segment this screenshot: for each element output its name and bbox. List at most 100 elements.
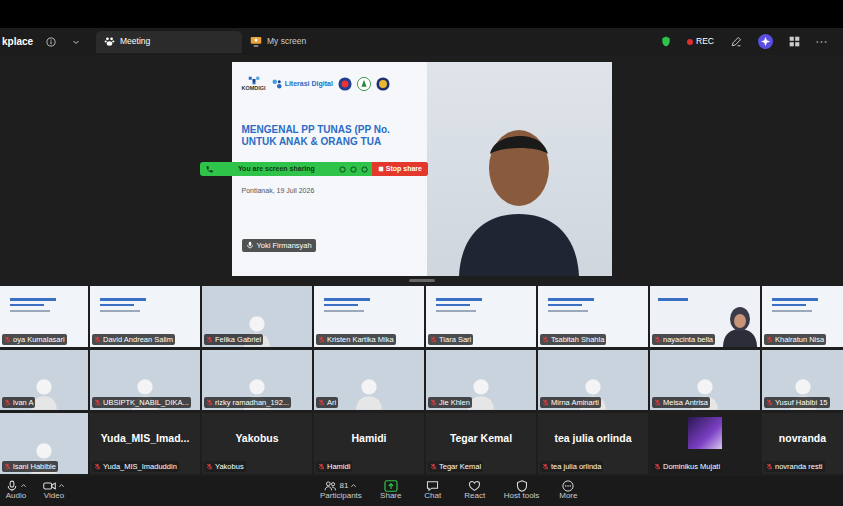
participant-label: rizky ramadhan_192... [204, 397, 291, 408]
participant-tile[interactable]: Kristen Kartika Mika [314, 286, 424, 347]
participant-label: Hamidi [316, 461, 352, 472]
participant-tile[interactable]: Tegar KemalTegar Kemal [426, 413, 536, 474]
audio-share-icon[interactable] [339, 166, 346, 173]
gallery-row: oya Kumalasari David Andrean Salim Felika … [0, 286, 843, 347]
more-icon [562, 480, 574, 492]
pause-share-icon[interactable] [350, 166, 357, 173]
participant-name: Felika Gabriel [215, 335, 261, 344]
toolbar-button-top: 81 [324, 479, 357, 492]
chevron-up-icon[interactable] [20, 482, 27, 489]
toolbar-label: Audio [6, 492, 26, 501]
participant-label: Dominikus Mujati [652, 461, 722, 472]
chevron-down-icon[interactable] [72, 38, 80, 46]
screen-icon [250, 36, 262, 47]
title-strip [0, 0, 843, 28]
toolbar-center: 81Participants Share Chat React Host tools Mo… [320, 479, 581, 501]
participant-name: Dominikus Mujati [663, 462, 720, 471]
chevron-up-icon[interactable] [58, 482, 65, 489]
participant-name: Hamidi [327, 462, 350, 471]
toolbar-button[interactable]: More [555, 479, 581, 501]
participant-name: tea julia orlinda [551, 462, 601, 471]
participant-tile[interactable]: HamidiHamidi [314, 413, 424, 474]
participant-tile[interactable]: lvan A [0, 350, 88, 411]
participant-tile[interactable]: Yuda_MIS_Imad...Yuda_MIS_Imaduddin [90, 413, 200, 474]
shield-icon [516, 480, 528, 492]
security-shield-icon[interactable] [661, 36, 671, 47]
mic-icon [6, 480, 18, 492]
participant-name: David Andrean Salim [103, 335, 173, 344]
toolbar-button-top [43, 479, 65, 492]
participant-tile[interactable]: Felika Gabriel [202, 286, 312, 347]
share-screen-icon [384, 480, 398, 492]
meeting-info [46, 37, 80, 47]
tab[interactable]: Meeting [96, 31, 242, 53]
toolbar-button[interactable]: 81Participants [320, 479, 362, 501]
participant-tile[interactable]: Tiara Sari [426, 286, 536, 347]
toolbar-label: Participants [320, 492, 362, 501]
participant-tile[interactable]: Meisa Antrisa [650, 350, 760, 411]
participant-display-name: Yakobus [235, 431, 278, 447]
participant-name: Kristen Kartika Mika [327, 335, 394, 344]
toolbar-button[interactable]: Host tools [504, 479, 540, 501]
toolbar-button-top [384, 479, 398, 492]
recording-indicator[interactable]: REC [687, 35, 714, 48]
participant-tile[interactable]: Ari [314, 350, 424, 411]
participant-display-name: Yuda_MIS_Imad... [101, 431, 190, 447]
toolbar-button[interactable]: Chat [420, 479, 446, 501]
logo-text: KOMDIGI [242, 85, 266, 91]
recording-label: REC [696, 35, 714, 48]
toolbar-button[interactable]: Share [378, 479, 404, 501]
literasi-logo: Literasi Digital [271, 78, 333, 90]
logo-text: Literasi Digital [285, 79, 333, 90]
chevron-up-icon[interactable] [350, 482, 357, 489]
participant-label: Kristen Kartika Mika [316, 334, 396, 345]
participant-tile[interactable]: Mirna Aminarti [538, 350, 648, 411]
participant-tile[interactable]: nayacinta bella [650, 286, 760, 347]
toolbar-button[interactable]: Video [41, 479, 67, 501]
stop-share-button[interactable]: Stop share [372, 162, 428, 176]
info-icon[interactable] [46, 37, 56, 47]
camera-person-icon [720, 301, 760, 347]
ai-companion-icon[interactable] [758, 34, 773, 49]
participant-tile[interactable]: lsani Habibie [0, 413, 88, 474]
share-options-icon[interactable] [361, 166, 368, 173]
participant-tile[interactable]: Tsabitah Shahla [538, 286, 648, 347]
participant-name: Mirna Aminarti [551, 398, 599, 407]
participant-tile[interactable]: UBSIPTK_NABIL_DIKA... [90, 350, 200, 411]
muted-mic-icon [542, 463, 549, 470]
annotate-icon[interactable] [730, 36, 742, 48]
resize-handle[interactable] [409, 279, 435, 282]
participant-tile[interactable]: Jie Khlen [426, 350, 536, 411]
institution-badge-icon [338, 77, 352, 91]
participant-name: novranda resti [775, 462, 823, 471]
top-bar: kplace MeetingMy screen REC [0, 28, 843, 55]
participant-tile[interactable]: Khairatun Nisa [762, 286, 843, 347]
participant-tile[interactable]: tea julia orlindatea julia orlinda [538, 413, 648, 474]
participant-tile[interactable]: Dominikus Mujati [650, 413, 760, 474]
participant-label: Tegar Kemal [428, 461, 483, 472]
participant-label: Meisa Antrisa [652, 397, 710, 408]
participant-tile[interactable]: novrandanovranda resti [762, 413, 843, 474]
participant-tile[interactable]: YakobusYakobus [202, 413, 312, 474]
toolbar-button[interactable]: React [462, 479, 488, 501]
profile-picture [688, 417, 722, 449]
toolbar-label: Share [380, 492, 401, 501]
participant-label: Jie Khlen [428, 397, 472, 408]
toolbar-label: Chat [424, 492, 441, 501]
tab[interactable]: My screen [242, 31, 314, 53]
screen-sharing-bar: You are screen sharingStop share [200, 162, 428, 176]
muted-mic-icon [94, 399, 101, 406]
view-grid-icon[interactable] [789, 36, 800, 47]
workspace-name[interactable]: kplace [0, 34, 46, 49]
participant-tile[interactable]: rizky ramadhan_192... [202, 350, 312, 411]
participant-tile[interactable]: oya Kumalasari [0, 286, 88, 347]
participant-tile[interactable]: Yusuf Habibi 15 [762, 350, 843, 411]
sharing-icon [205, 165, 214, 174]
participant-label: UBSIPTK_NABIL_DIKA... [92, 397, 191, 408]
toolbar-button[interactable]: Audio [3, 479, 29, 501]
participant-tile[interactable]: David Andrean Salim [90, 286, 200, 347]
more-dots-icon[interactable] [816, 40, 827, 44]
toolbar-button-top [562, 479, 574, 492]
participant-label: novranda resti [764, 461, 825, 472]
heart-icon [468, 480, 481, 492]
